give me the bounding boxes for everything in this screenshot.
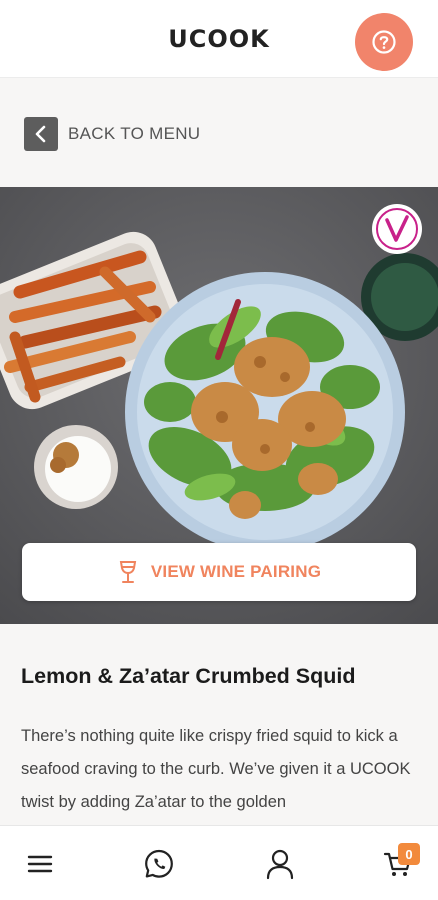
- wine-glass-icon: [119, 561, 137, 583]
- question-circle-icon: [372, 30, 396, 54]
- help-button[interactable]: [355, 13, 413, 71]
- ucook-logo[interactable]: UCOOK: [168, 25, 270, 53]
- whatsapp-icon[interactable]: [139, 846, 179, 882]
- view-wine-pairing-button[interactable]: VIEW WINE PAIRING: [22, 543, 416, 601]
- back-to-menu-label: BACK TO MENU: [68, 124, 201, 143]
- recipe-description: There’s nothing quite like crispy fried …: [21, 727, 411, 811]
- wine-pairing-label: VIEW WINE PAIRING: [150, 562, 322, 581]
- menu-icon[interactable]: [20, 846, 60, 882]
- cart-count-badge: 0: [398, 843, 420, 865]
- user-icon[interactable]: [260, 846, 300, 882]
- app-header: UCOOK: [0, 0, 438, 78]
- chevron-left-icon: [24, 117, 58, 151]
- back-to-menu-link[interactable]: BACK TO MENU: [24, 116, 200, 152]
- recipe-title: Lemon & Za’atar Crumbed Squid: [21, 664, 356, 688]
- bottom-navigation: [0, 825, 438, 900]
- vegetarian-v-badge-icon: [372, 204, 422, 254]
